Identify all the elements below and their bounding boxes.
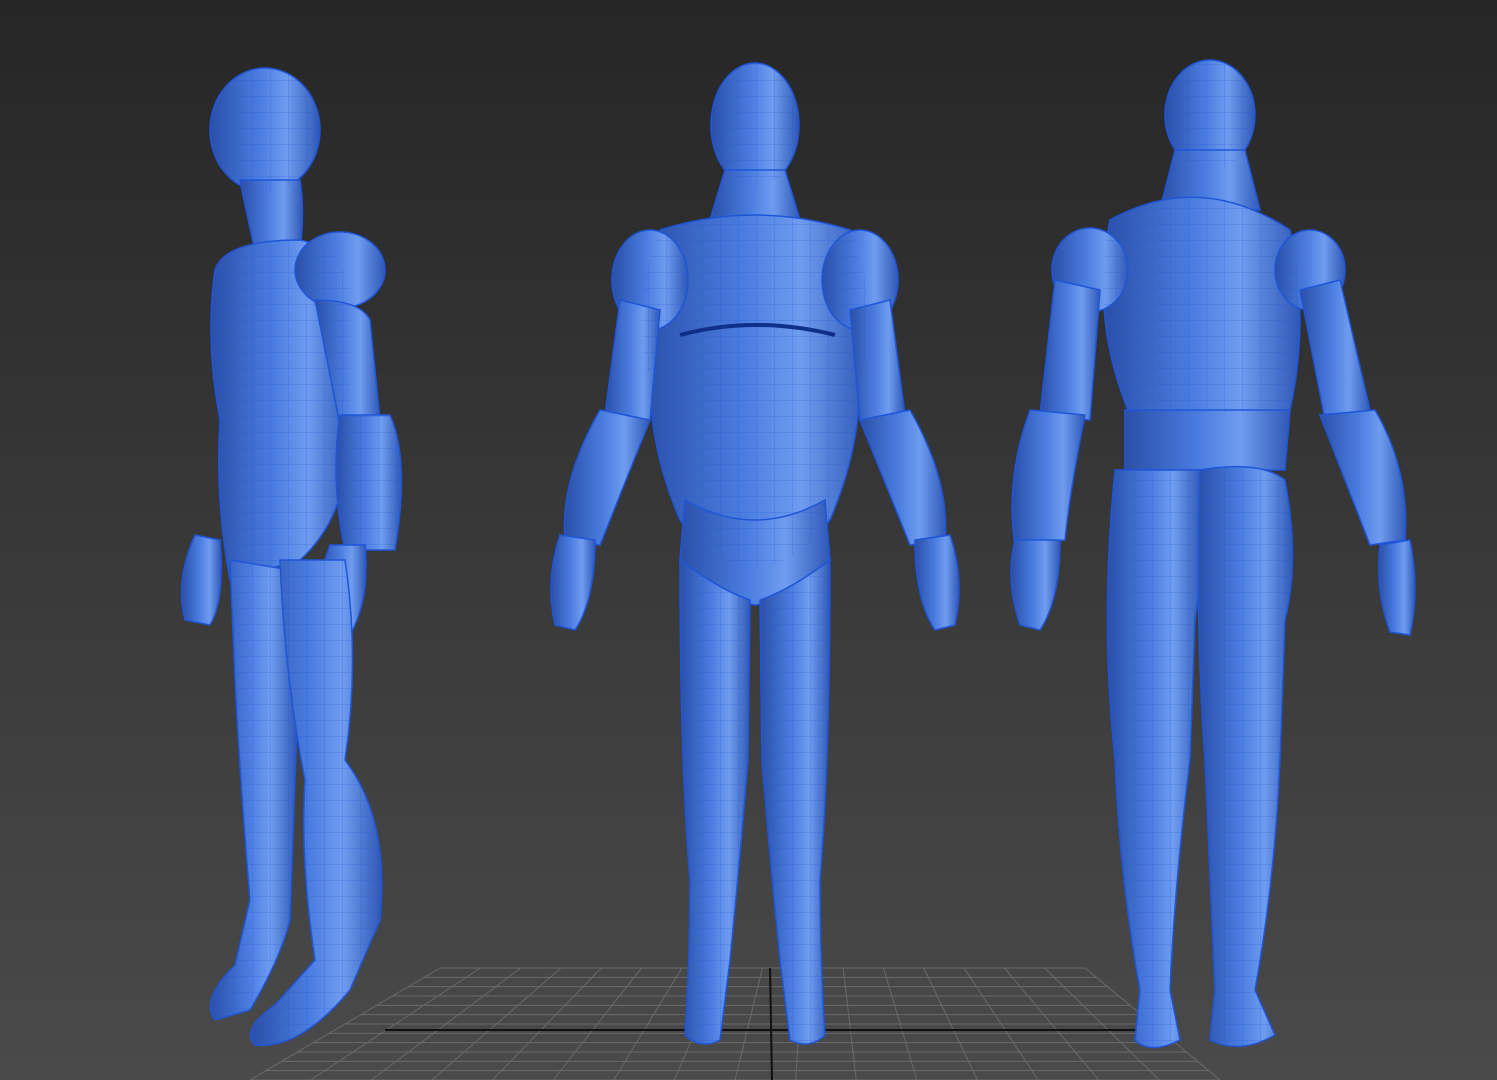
character-back-view[interactable] bbox=[1010, 59, 1416, 1049]
3d-viewport[interactable] bbox=[0, 0, 1497, 1080]
character-front-view[interactable] bbox=[550, 62, 960, 1045]
grid-axis-y bbox=[769, 967, 773, 1080]
ground-grid bbox=[249, 967, 1221, 1080]
viewport-canvas[interactable] bbox=[0, 0, 1497, 1080]
character-side-view[interactable] bbox=[180, 67, 403, 1047]
